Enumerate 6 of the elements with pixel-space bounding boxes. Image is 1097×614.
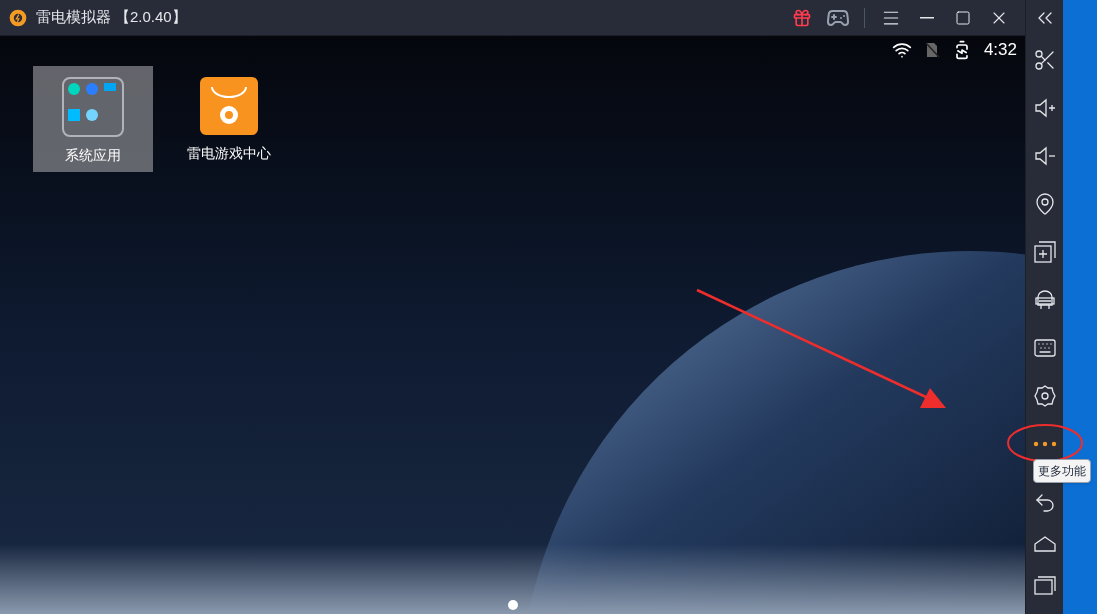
version-label: 【2.0.40】 bbox=[115, 7, 187, 28]
status-time: 4:32 bbox=[983, 39, 1017, 62]
tooltip: 更多功能 bbox=[1033, 459, 1091, 483]
app-label: 雷电游戏中心 bbox=[187, 144, 271, 163]
app-label: 系统应用 bbox=[65, 146, 121, 165]
window-title: 雷电模拟器 bbox=[36, 7, 111, 28]
